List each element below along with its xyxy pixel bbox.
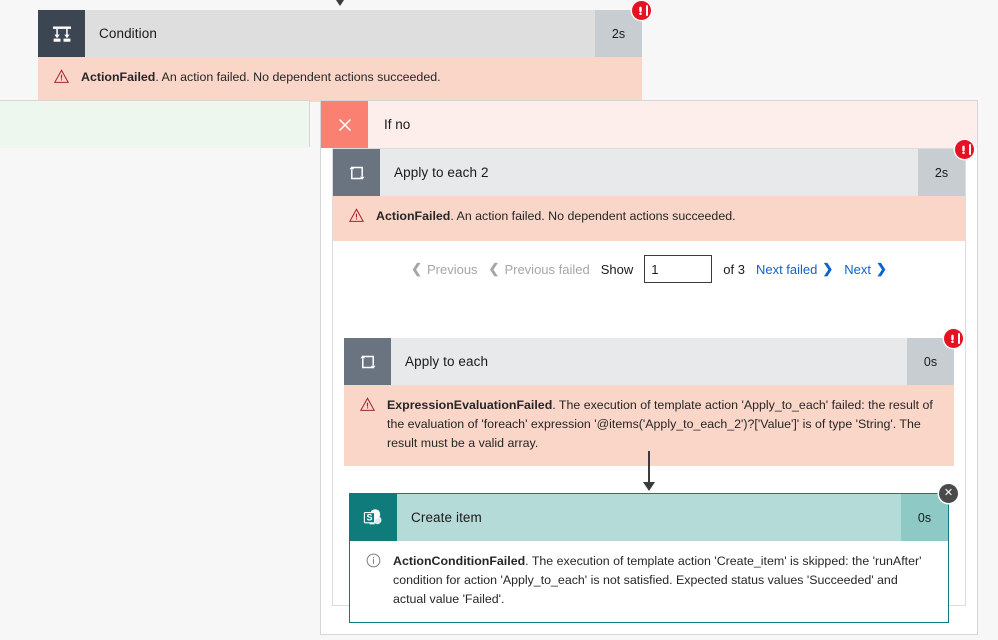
flow-run-canvas: Condition 2s ActionFailed. An action fai…	[0, 0, 998, 640]
card-header-apply-to-each-2[interactable]: Apply to each 2 2s	[333, 149, 965, 196]
connector-into-condition	[320, 0, 360, 8]
error-text-apply-to-each-2: ActionFailed. An action failed. No depen…	[376, 207, 951, 229]
connector-apply-to-each-to-create-item	[629, 451, 669, 493]
next-failed-button[interactable]: Next failed ❯	[756, 261, 833, 277]
info-code-create-item: ActionConditionFailed	[393, 554, 526, 568]
card-header-create-item[interactable]: S Create item 0s	[350, 494, 948, 541]
action-card-apply-to-each[interactable]: Apply to each 0s ExpressionEvaluationFai…	[344, 329, 963, 466]
show-label: Show	[600, 261, 634, 277]
error-code-apply-to-each-2: ActionFailed	[376, 209, 451, 223]
loop-icon	[333, 149, 380, 196]
error-text-condition: ActionFailed. An action failed. No depen…	[81, 68, 628, 90]
card-title-apply-to-each-2: Apply to each 2	[394, 165, 489, 180]
error-badge-apply-to-each	[944, 329, 963, 348]
chevron-left-icon: ❮	[411, 261, 422, 277]
exclamation-icon	[639, 6, 642, 15]
warning-triangle-icon	[359, 396, 377, 454]
info-message-create-item: ActionConditionFailed. The execution of …	[350, 541, 948, 622]
chevron-right-icon: ❯	[822, 261, 834, 277]
scope-pane-apply-to-each-2: Apply to each 2 2s ActionFailed. An acti…	[332, 140, 974, 623]
previous-failed-button[interactable]: ❮ Previous failed	[489, 261, 590, 277]
branch-header-if-no[interactable]: If no	[321, 101, 977, 148]
branch-container-if-no[interactable]: If no Apply to each 2 2s ActionFailed. A…	[320, 100, 978, 635]
previous-label: Previous	[426, 261, 478, 277]
loop-icon	[344, 338, 391, 385]
exclamation-icon	[951, 334, 954, 343]
error-message-apply-to-each-2: ActionFailed. An action failed. No depen…	[333, 196, 965, 242]
info-circle-icon	[366, 552, 383, 610]
sharepoint-icon: S	[350, 494, 397, 541]
iteration-page-input[interactable]	[644, 255, 713, 284]
error-badge-condition	[632, 1, 651, 20]
iteration-pagination: ❮ Previous ❮ Previous failed Show of 3 N…	[333, 241, 965, 297]
previous-button[interactable]: ❮ Previous	[411, 261, 477, 277]
previous-failed-label: Previous failed	[504, 261, 590, 277]
next-failed-label: Next failed	[755, 261, 818, 277]
branch-container-if-yes[interactable]	[0, 100, 310, 148]
warning-triangle-icon	[53, 68, 71, 90]
error-message-condition: ActionFailed. An action failed. No depen…	[38, 57, 642, 103]
card-duration-create-item: 0s	[901, 494, 948, 541]
next-label: Next	[844, 261, 872, 277]
svg-text:S: S	[366, 512, 372, 522]
card-title-apply-to-each: Apply to each	[405, 354, 489, 369]
action-card-create-item[interactable]: ✕ S Create item 0s ActionConditionFailed…	[349, 484, 958, 623]
error-code-condition: ActionFailed	[81, 70, 156, 84]
card-header-condition[interactable]: Condition 2s	[38, 10, 642, 57]
info-text-create-item: ActionConditionFailed. The execution of …	[393, 552, 934, 610]
branch-label-if-yes	[0, 101, 309, 148]
close-circle-icon[interactable]: ✕	[939, 484, 958, 503]
error-text-apply-to-each: ExpressionEvaluationFailed. The executio…	[387, 396, 940, 454]
of-total-label: of 3	[723, 261, 745, 277]
branch-label-if-no: If no	[384, 117, 411, 132]
card-title-create-item: Create item	[411, 510, 482, 525]
exclamation-icon	[962, 145, 965, 154]
error-detail-apply-to-each-2: . An action failed. No dependent actions…	[450, 209, 736, 223]
card-header-apply-to-each[interactable]: Apply to each 0s	[344, 338, 954, 385]
error-code-apply-to-each: ExpressionEvaluationFailed	[387, 398, 553, 412]
branch-header-if-yes[interactable]	[0, 101, 309, 148]
chevron-left-icon: ❮	[488, 261, 500, 277]
error-detail-condition: . An action failed. No dependent actions…	[155, 70, 441, 84]
chevron-right-icon: ❯	[876, 261, 887, 277]
action-card-condition[interactable]: Condition 2s ActionFailed. An action fai…	[38, 1, 651, 103]
card-title-condition: Condition	[99, 26, 157, 41]
x-icon	[321, 101, 368, 148]
next-button[interactable]: Next ❯	[844, 261, 887, 277]
error-badge-apply-to-each-2	[955, 140, 974, 159]
condition-branch-icon	[38, 10, 85, 57]
warning-triangle-icon	[348, 207, 366, 229]
